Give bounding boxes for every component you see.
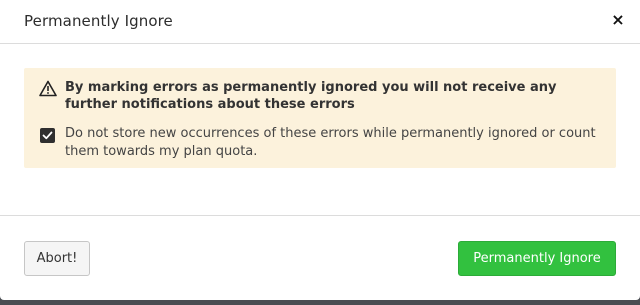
permanently-ignore-dialog: Permanently Ignore × By marking errors a…	[0, 0, 640, 300]
close-icon[interactable]: ×	[610, 11, 626, 29]
warning-message: By marking errors as permanently ignored…	[65, 80, 557, 112]
dialog-footer: Abort! Permanently Ignore	[0, 216, 640, 300]
permanently-ignore-button[interactable]: Permanently Ignore	[458, 241, 616, 276]
do-not-store-label[interactable]: Do not store new occurrences of these er…	[65, 125, 605, 161]
dialog-body: By marking errors as permanently ignored…	[0, 44, 640, 216]
warning-icon	[39, 80, 57, 97]
checkmark-icon	[42, 131, 53, 140]
abort-button[interactable]: Abort!	[24, 241, 90, 276]
do-not-store-checkbox[interactable]	[40, 128, 55, 143]
dialog-title: Permanently Ignore	[24, 12, 173, 30]
warning-alert: By marking errors as permanently ignored…	[24, 68, 616, 168]
dialog-header: Permanently Ignore ×	[0, 0, 640, 44]
